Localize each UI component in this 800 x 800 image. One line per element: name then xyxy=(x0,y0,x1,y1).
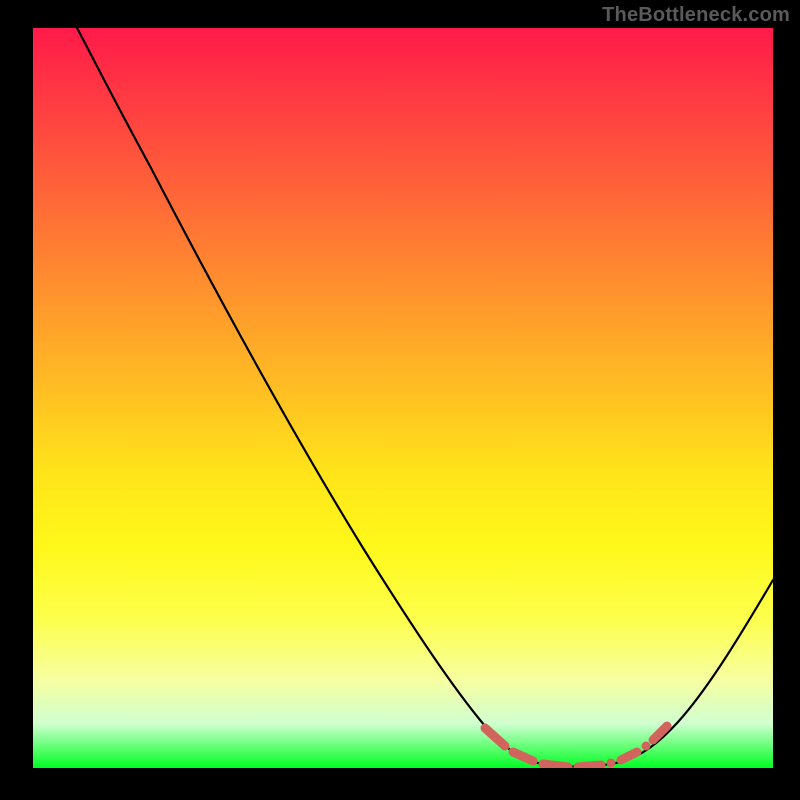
marker-dot xyxy=(642,742,651,751)
marker-dash xyxy=(543,764,568,767)
bottleneck-curve xyxy=(77,28,773,767)
marker-dash xyxy=(653,726,667,740)
marker-dash xyxy=(578,765,601,767)
marker-dash xyxy=(621,752,637,760)
marker-dash xyxy=(485,728,505,746)
marker-dash xyxy=(513,752,533,761)
marker-dot xyxy=(607,759,616,768)
curve-layer xyxy=(33,28,773,768)
marker-group xyxy=(485,726,667,768)
chart-container: TheBottleneck.com xyxy=(0,0,800,800)
watermark-text: TheBottleneck.com xyxy=(602,4,790,27)
plot-area xyxy=(33,28,773,768)
